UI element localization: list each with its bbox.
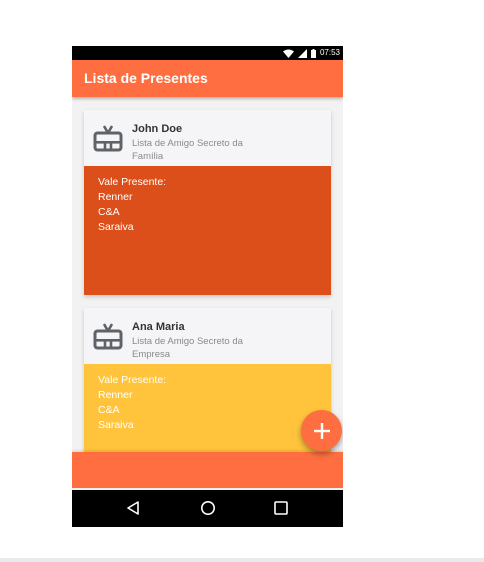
gift-card-icon bbox=[93, 323, 123, 350]
gift-item: C&A bbox=[98, 404, 120, 416]
card-list-subtitle: Lista de Amigo Secreto da Família bbox=[132, 138, 243, 162]
system-nav-bar bbox=[72, 490, 343, 527]
gift-item: C&A bbox=[98, 206, 120, 218]
bottom-app-bar bbox=[72, 452, 343, 488]
plus-icon bbox=[313, 422, 330, 439]
phone-screen: 07:53 Lista de Presentes John Doe Lista … bbox=[72, 46, 343, 527]
card-list-subtitle: Lista de Amigo Secreto da Empresa bbox=[132, 336, 243, 360]
app-bar: Lista de Presentes bbox=[72, 60, 343, 97]
gift-panel-title: Vale Presente: bbox=[98, 374, 167, 386]
card-person-name: John Doe bbox=[132, 123, 183, 135]
gift-list-card[interactable]: John Doe Lista de Amigo Secreto da Famíl… bbox=[84, 110, 331, 295]
gift-item: Renner bbox=[98, 389, 133, 401]
gift-panel: Vale Presente: Renner C&A Saraiva bbox=[84, 166, 331, 295]
gift-item: Saraiva bbox=[98, 419, 134, 431]
battery-icon bbox=[310, 48, 316, 58]
gift-panel-title: Vale Presente: bbox=[98, 176, 167, 188]
page-bottom-divider bbox=[0, 558, 484, 562]
status-icons: 07:53 bbox=[282, 48, 340, 58]
home-icon[interactable] bbox=[200, 500, 216, 516]
back-icon[interactable] bbox=[125, 500, 141, 516]
wifi-icon bbox=[282, 49, 294, 58]
recent-apps-icon[interactable] bbox=[273, 500, 289, 516]
signal-icon bbox=[297, 48, 307, 58]
card-person-name: Ana Maria bbox=[132, 321, 185, 333]
gift-item: Saraiva bbox=[98, 221, 134, 233]
status-bar: 07:53 bbox=[72, 46, 343, 60]
gift-item: Renner bbox=[98, 191, 133, 203]
status-time: 07:53 bbox=[319, 48, 340, 57]
add-fab-button[interactable] bbox=[301, 410, 342, 451]
gift-card-icon bbox=[93, 125, 123, 152]
app-title: Lista de Presentes bbox=[84, 70, 208, 86]
gift-list-card[interactable]: Ana Maria Lista de Amigo Secreto da Empr… bbox=[84, 308, 331, 468]
